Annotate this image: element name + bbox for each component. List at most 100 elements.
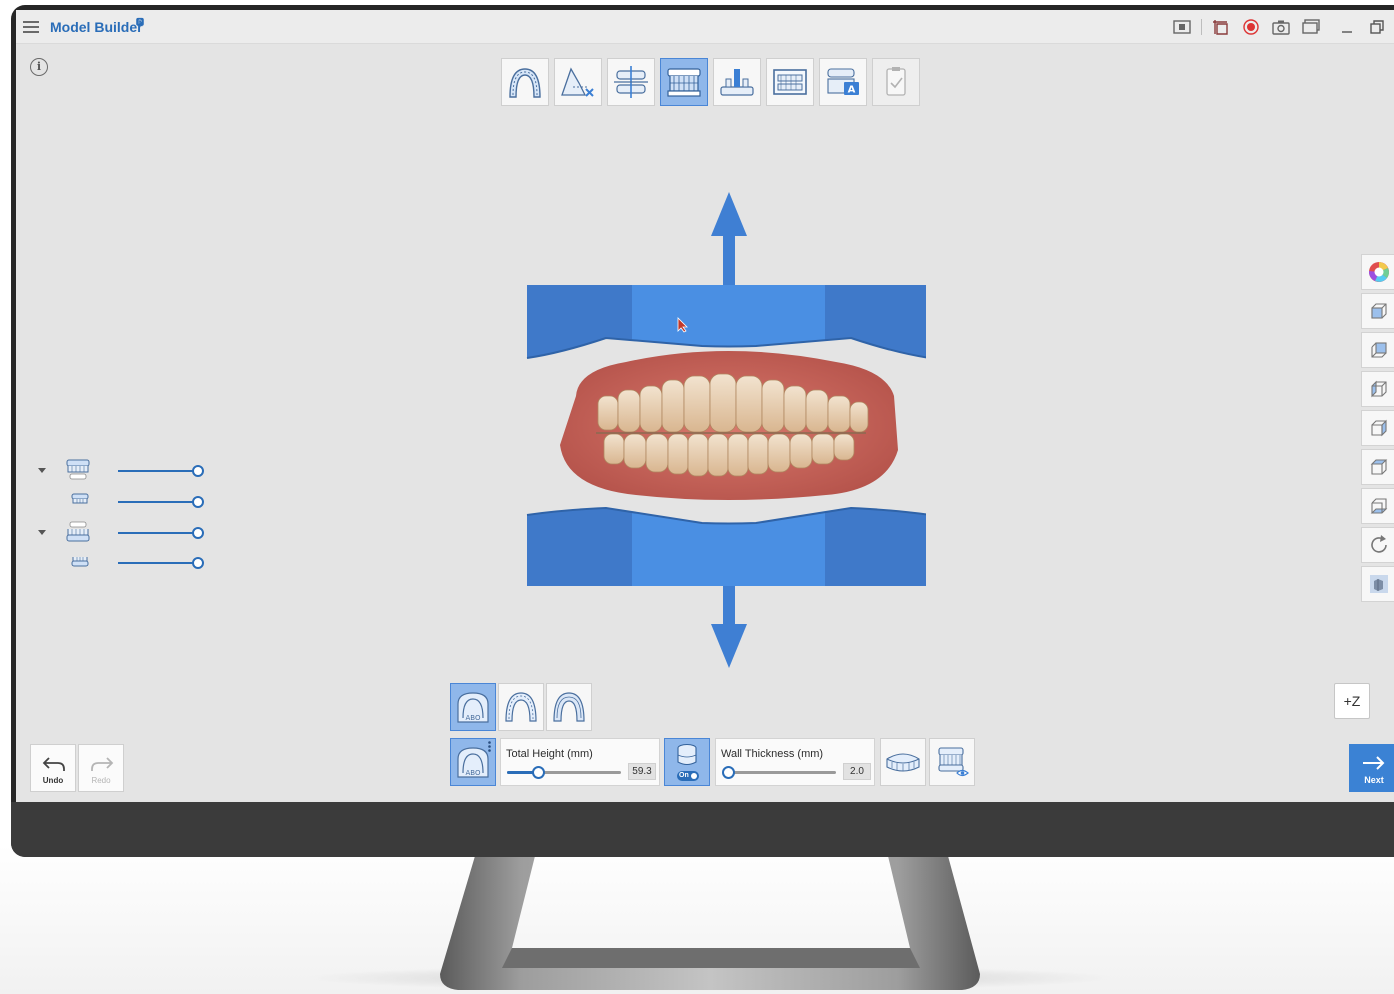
hollow-base-icon (677, 743, 697, 766)
hamburger-menu-icon[interactable] (22, 18, 40, 36)
next-label: Next (1364, 775, 1384, 785)
move-up-arrow[interactable] (711, 192, 747, 286)
wall-thickness-label: Wall Thickness (mm) (721, 748, 824, 760)
lower-base-block[interactable] (526, 506, 926, 586)
expand-caret-icon[interactable] (38, 530, 46, 535)
base-type-menu-button[interactable]: ABO (450, 738, 496, 786)
monitor-chin (11, 802, 1394, 857)
shading-icon[interactable] (1361, 566, 1394, 602)
arch-base-icon (505, 692, 537, 722)
redo-label: Redo (91, 776, 111, 785)
opacity-slider[interactable] (118, 465, 204, 477)
layer-row-lower-jaw (34, 551, 209, 575)
abutment-icon[interactable] (713, 58, 761, 106)
view-bottom-icon[interactable] (1361, 488, 1394, 524)
color-wheel-icon[interactable] (1361, 254, 1394, 290)
total-height-knob[interactable] (531, 766, 545, 779)
arrow-right-icon (1363, 756, 1385, 770)
axis-view-button[interactable]: +Z (1334, 683, 1370, 719)
window-toolbar (1171, 17, 1394, 37)
workflow-toolbar: A (501, 58, 920, 106)
abo-base-icon: ABO (457, 692, 489, 723)
view-top-icon[interactable] (1361, 449, 1394, 485)
arch-icon[interactable] (501, 58, 549, 106)
model-viewport[interactable] (506, 190, 926, 670)
wall-thickness-slider[interactable] (722, 766, 836, 779)
opacity-slider[interactable] (118, 527, 204, 539)
base-icon[interactable] (660, 58, 708, 106)
base-options-button[interactable] (880, 738, 926, 786)
align-icon[interactable] (607, 58, 655, 106)
stage: Model Builder 🅿 i A +Z Undo Redo ABO ABO… (0, 0, 1394, 994)
trim-icon[interactable] (554, 58, 602, 106)
base-options-icon (886, 753, 920, 772)
abo-text: ABO (466, 714, 481, 722)
window-icon[interactable] (1300, 17, 1322, 37)
slider-knob[interactable] (192, 557, 204, 569)
lower-with-base-icon[interactable] (64, 520, 92, 544)
upper-with-base-icon[interactable] (64, 458, 92, 482)
expand-caret-icon[interactable] (38, 468, 46, 473)
wall-thickness-control: Wall Thickness (mm) 2.0 (715, 738, 875, 786)
horseshoe-base-icon (553, 692, 585, 722)
view-front-icon[interactable] (1361, 293, 1394, 329)
next-button[interactable]: Next (1349, 744, 1394, 792)
more-options-icon[interactable] (488, 741, 491, 752)
opacity-slider[interactable] (118, 496, 204, 508)
total-height-label: Total Height (mm) (506, 748, 593, 760)
upper-base-block[interactable] (526, 285, 926, 359)
slider-knob[interactable] (192, 527, 204, 539)
hollow-toggle-label: On (677, 771, 699, 781)
slider-knob[interactable] (192, 496, 204, 508)
layer-row-upper-jaw (34, 490, 209, 514)
abo-base-icon: ABO (457, 747, 489, 778)
cross-section-icon[interactable] (766, 58, 814, 106)
view-toolbar (1361, 254, 1394, 605)
abo-base-button[interactable]: ABO (450, 683, 496, 731)
redo-button[interactable]: Redo (78, 744, 124, 792)
undo-label: Undo (42, 776, 64, 785)
layer-row-upper-with-base (34, 458, 209, 482)
opacity-slider[interactable] (118, 557, 204, 569)
redo-icon (91, 757, 114, 771)
label-icon[interactable]: A (819, 58, 867, 106)
checklist-icon[interactable] (872, 58, 920, 106)
hollow-toggle-button[interactable]: On (664, 738, 710, 786)
restore-icon[interactable] (1366, 17, 1388, 37)
total-height-value[interactable]: 59.3 (628, 763, 656, 780)
undo-icon (42, 757, 65, 771)
monitor-stand (440, 856, 980, 990)
layer-row-lower-with-base (34, 520, 209, 544)
view-back-icon[interactable] (1361, 332, 1394, 368)
lower-jaw-icon[interactable] (70, 551, 98, 575)
undo-button[interactable]: Undo (30, 744, 76, 792)
total-height-slider[interactable] (507, 766, 621, 779)
preview-button[interactable] (929, 738, 975, 786)
record-icon[interactable] (1240, 17, 1262, 37)
slider-knob[interactable] (192, 465, 204, 477)
abo-text: ABO (466, 769, 481, 777)
camera-icon[interactable] (1270, 17, 1292, 37)
preview-eye-icon (938, 747, 969, 777)
screen-capture-icon[interactable] (1171, 17, 1193, 37)
svg-text:A: A (848, 85, 856, 96)
arch-base-button[interactable] (498, 683, 544, 731)
frame-icon[interactable] (1210, 17, 1232, 37)
dental-model[interactable] (560, 351, 898, 500)
app-badge: 🅿 (136, 18, 144, 27)
rotate-icon[interactable] (1361, 527, 1394, 563)
horseshoe-base-button[interactable] (546, 683, 592, 731)
total-height-control: Total Height (mm) 59.3 (500, 738, 660, 786)
title-bar: Model Builder 🅿 (16, 10, 1394, 44)
move-down-arrow[interactable] (711, 586, 747, 668)
toolbar-separator (1201, 19, 1202, 35)
minimize-icon[interactable] (1336, 17, 1358, 37)
view-left-icon[interactable] (1361, 371, 1394, 407)
view-right-icon[interactable] (1361, 410, 1394, 446)
wall-thickness-knob[interactable] (722, 766, 735, 779)
app-title: Model Builder (50, 19, 143, 35)
wall-thickness-value[interactable]: 2.0 (843, 763, 871, 780)
info-icon[interactable]: i (30, 58, 48, 76)
upper-jaw-icon[interactable] (70, 490, 98, 514)
app-window: Model Builder 🅿 i A +Z Undo Redo ABO ABO… (16, 10, 1394, 802)
